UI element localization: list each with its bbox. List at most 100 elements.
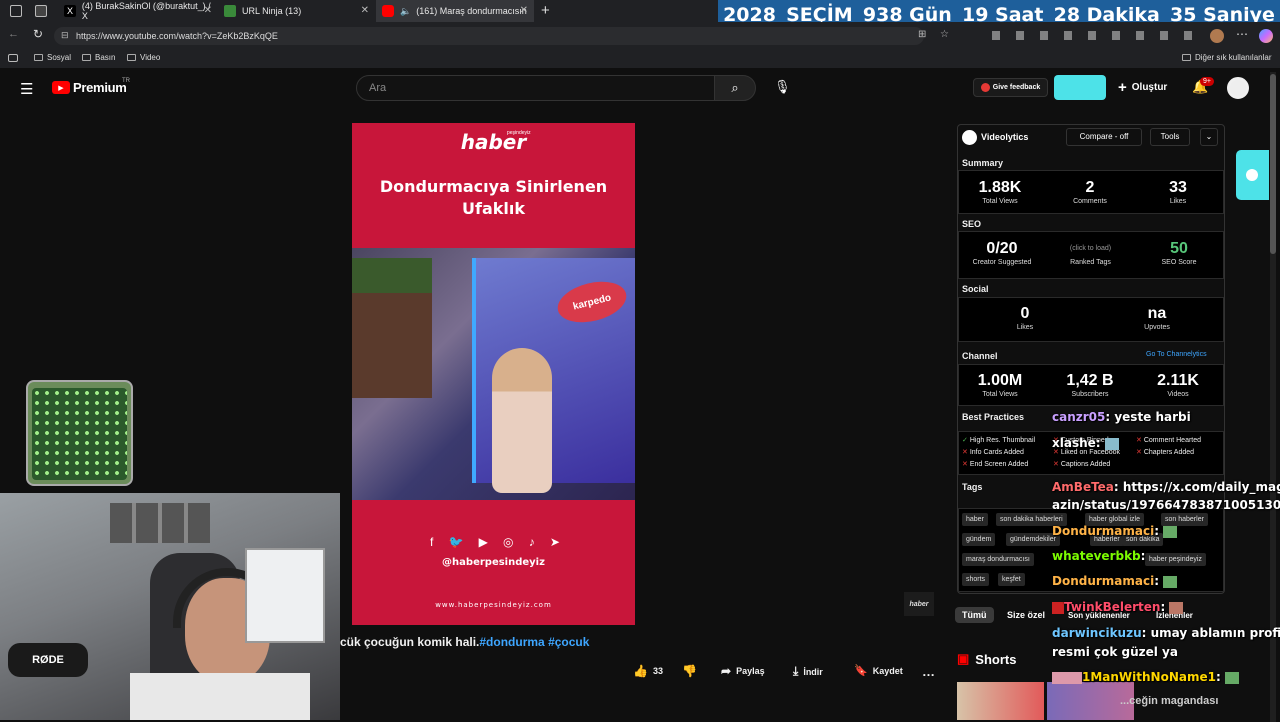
hashtag-link[interactable]: #çocuk xyxy=(548,635,589,649)
channelytics-link[interactable]: Go To Channelytics xyxy=(1146,351,1207,358)
child-figure xyxy=(492,348,552,493)
short-thumbnail[interactable] xyxy=(957,682,1044,720)
create-button[interactable]: + Oluştur xyxy=(1118,79,1167,96)
filter-chip-all[interactable]: Tümü xyxy=(955,607,994,623)
mic-icon[interactable]: 🎙 xyxy=(774,79,791,95)
dislike-button[interactable]: 👎 xyxy=(682,664,697,678)
stat-value: 2.11K xyxy=(1157,372,1199,389)
tag-chip[interactable]: haber xyxy=(962,513,988,526)
download-button[interactable]: ⤓ İndir xyxy=(793,664,823,679)
site-info-icon[interactable]: ⊟ xyxy=(61,30,69,41)
tag-chip[interactable]: haber peşindeyiz xyxy=(1145,553,1206,566)
stat-label: Likes xyxy=(1169,198,1187,205)
copilot-icon[interactable] xyxy=(1259,29,1273,43)
stat-value: 0/20 xyxy=(986,240,1018,257)
url-field[interactable]: ⊟ https://www.youtube.com/watch?v=ZeKb2B… xyxy=(54,27,949,45)
new-tab-icon[interactable]: + xyxy=(541,2,550,19)
share-button[interactable]: ➦ Paylaş xyxy=(721,664,765,678)
emote-icon xyxy=(1163,575,1178,588)
cross-icon: ✕ xyxy=(962,449,968,456)
filter-chip-for-you[interactable]: Size özel xyxy=(1007,610,1045,620)
instagram-icon: ◎ xyxy=(503,535,514,549)
plus-icon: + xyxy=(1118,79,1127,96)
side-extension-tab[interactable] xyxy=(1236,150,1269,200)
scrollbar-thumb[interactable] xyxy=(1270,74,1276,254)
feedback-label: Give feedback xyxy=(992,84,1041,91)
chat-message: AmBeTea: https://x.com/daily_mag xyxy=(1052,480,1280,494)
close-tab-icon[interactable]: ✕ xyxy=(361,5,369,16)
cross-icon: ✕ xyxy=(1136,449,1142,456)
search-button[interactable]: ⌕ xyxy=(714,75,756,101)
tag-chip[interactable]: keşfet xyxy=(998,573,1025,586)
close-tab-icon[interactable]: ✕ xyxy=(204,5,212,16)
page-scrollbar[interactable] xyxy=(1270,72,1276,722)
workspaces-icon[interactable] xyxy=(10,5,22,17)
bookmark-folder-basin[interactable]: Basın xyxy=(82,53,115,62)
video-handle: @haberpesindeyiz xyxy=(442,557,545,568)
bp-item: ✓ High Res. Thumbnail xyxy=(962,436,1035,444)
shorts-shelf-heading: ▣ Shorts xyxy=(957,651,1016,667)
tag-chip[interactable]: maraş dondurmacısı xyxy=(962,553,1034,566)
emote-icon xyxy=(1163,525,1178,538)
close-tab-icon[interactable]: ✕ xyxy=(520,5,528,16)
download-icon: ⤓ xyxy=(793,664,799,678)
cross-icon: ✕ xyxy=(962,461,968,468)
cross-icon: ✕ xyxy=(1053,461,1059,468)
bookmarks-bar: Sosyal Basın Video Diğer sık kullanılanl… xyxy=(0,50,1280,68)
bp-label: High Res. Thumbnail xyxy=(969,437,1036,444)
bookmark-label: Sosyal xyxy=(47,53,72,62)
seo-ranked-tags[interactable]: (click to load) Ranked Tags xyxy=(1053,244,1128,266)
extension-toggle-button[interactable] xyxy=(1054,75,1106,100)
hashtag-link[interactable]: #dondurma xyxy=(479,635,544,649)
chat-username: Dondurmamaci xyxy=(1052,574,1155,588)
wall-frames xyxy=(110,503,210,543)
video-headline-2: Ufaklık xyxy=(462,199,525,218)
download-label: İndir xyxy=(803,666,823,677)
account-avatar[interactable] xyxy=(1227,77,1249,99)
stat-value: 1,42 B xyxy=(1066,372,1114,389)
planter xyxy=(352,258,432,398)
like-button[interactable]: 👍 33 xyxy=(633,664,663,678)
search-input[interactable]: Ara xyxy=(356,75,716,101)
compare-button[interactable]: Compare - off xyxy=(1066,128,1142,146)
tab-youtube-active[interactable]: 🔈 (161) Maraş dondurmacısın ✕ xyxy=(376,0,534,22)
tab-url-ninja[interactable]: URL Ninja (13) ✕ xyxy=(218,0,375,22)
more-actions-button[interactable]: … xyxy=(922,664,935,679)
back-icon[interactable]: ← xyxy=(8,28,19,40)
url-text: https://www.youtube.com/watch?v=ZeKb2BzK… xyxy=(76,31,278,41)
reload-icon[interactable]: ↻ xyxy=(33,27,43,41)
chat-username: 1ManWithNoName1 xyxy=(1082,670,1216,684)
give-feedback-button[interactable]: Give feedback xyxy=(973,78,1048,97)
bookmarks-icon[interactable] xyxy=(8,54,18,62)
channel-watermark[interactable]: haber xyxy=(904,592,934,616)
tag-chip[interactable]: shorts xyxy=(962,573,990,586)
split-screen-icon[interactable]: ⊞ xyxy=(918,29,926,40)
facebook-icon: f xyxy=(430,535,434,549)
favorite-star-icon[interactable]: ☆ xyxy=(940,29,949,40)
stat-value: 33 xyxy=(1169,179,1187,196)
load-hint[interactable]: (click to load) xyxy=(1053,245,1128,252)
speaker-icon[interactable]: 🔈 xyxy=(400,6,411,17)
bookmark-folder-sosyal[interactable]: Sosyal xyxy=(34,53,71,62)
save-button[interactable]: 🔖 Kaydet xyxy=(854,664,903,677)
whiteboard xyxy=(245,548,325,643)
tab-twitter[interactable]: X (4) BurakSakinOl (@buraktut_) / X ✕ xyxy=(58,0,218,22)
other-bookmarks[interactable]: Diğer sık kullanılanlar xyxy=(1182,53,1271,62)
x-logo-icon: X xyxy=(64,5,76,17)
youtube-logo-icon[interactable]: ▶ xyxy=(52,81,70,94)
chevron-down-icon[interactable]: ⌄ xyxy=(1200,128,1218,146)
menu-icon[interactable]: ⋯ xyxy=(1236,27,1248,41)
avatar[interactable] xyxy=(1210,29,1224,43)
chat-username: darwincikuzu xyxy=(1052,626,1142,640)
badge-icon xyxy=(1052,601,1064,614)
bookmark-folder-video[interactable]: Video xyxy=(127,53,160,62)
hamburger-menu-icon[interactable]: ☰ xyxy=(20,80,33,98)
extensions-icons[interactable] xyxy=(992,31,1192,40)
bp-item: ✕ End Screen Added xyxy=(962,460,1028,468)
brand-premium[interactable]: Premium xyxy=(73,80,127,95)
tab-actions-icon[interactable] xyxy=(35,5,47,17)
jar-contents xyxy=(32,388,127,480)
bookmark-icon: 🔖 xyxy=(854,665,868,677)
tag-chip[interactable]: gündem xyxy=(962,533,996,546)
tools-dropdown[interactable]: Tools xyxy=(1150,128,1190,146)
